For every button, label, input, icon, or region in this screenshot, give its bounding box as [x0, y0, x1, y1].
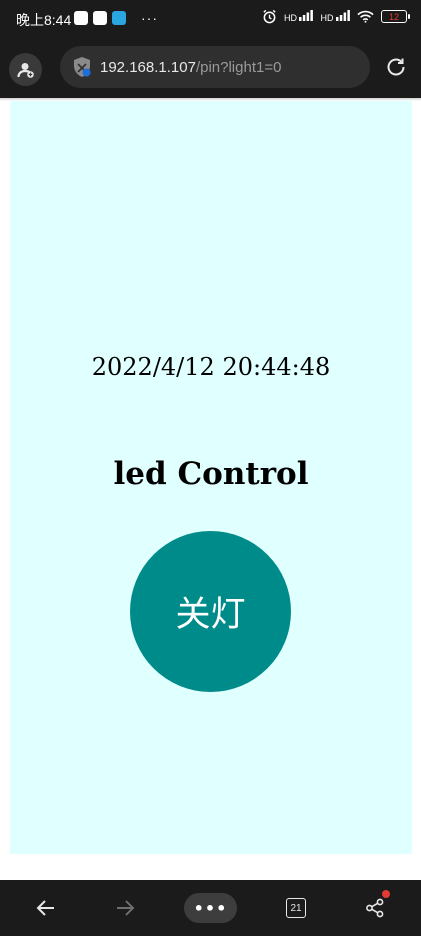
address-bar[interactable]: 192.168.1.107/pin?light1=0: [60, 46, 370, 88]
bottom-navigation: ••• 21: [0, 880, 421, 936]
security-shield-icon[interactable]: [72, 56, 92, 78]
battery-level: 12: [388, 11, 399, 22]
arrow-right-icon: [117, 900, 135, 916]
alarm-icon: [263, 9, 276, 24]
reload-button[interactable]: [384, 55, 408, 79]
status-time: 晚上8:44: [16, 12, 72, 28]
system-indicators: HD HD 12: [262, 9, 410, 24]
current-datetime: 2022/4/12 20:44:48: [91, 353, 331, 381]
url-text[interactable]: 192.168.1.107/pin?light1=0: [100, 59, 281, 76]
profile-button[interactable]: [9, 53, 42, 86]
tab-count: 21: [290, 902, 302, 914]
page-title: led Control: [113, 456, 309, 492]
reload-icon: [387, 58, 405, 76]
share-button[interactable]: [362, 896, 388, 920]
status-bar: 晚上8:44 ··· HD HD 12: [0, 0, 421, 36]
tabs-button[interactable]: 21: [286, 898, 306, 918]
share-icon: [366, 898, 384, 918]
back-button[interactable]: [33, 896, 59, 920]
url-host: 192.168.1.107: [100, 58, 196, 76]
network-type-label: HD: [320, 13, 334, 23]
cellular-signal-icon-2: HD: [320, 10, 350, 23]
notification-dot: [382, 890, 390, 898]
app-notification-icon: [93, 11, 107, 25]
wifi-icon: [357, 10, 374, 23]
menu-button[interactable]: •••: [184, 893, 237, 923]
browser-notification-icon: [112, 11, 126, 25]
cellular-signal-icon-1: HD: [284, 10, 314, 23]
page-content: 2022/4/12 20:44:48 led Control 关灯: [10, 101, 412, 854]
battery-indicator: 12: [381, 10, 410, 23]
browser-toolbar: 192.168.1.107/pin?light1=0: [0, 36, 421, 98]
forward-button[interactable]: [112, 896, 138, 920]
url-path: /pin?light1=0: [195, 58, 282, 76]
qq-icon: [74, 11, 88, 25]
more-dots-icon: •••: [193, 898, 228, 918]
notification-icons: ···: [74, 10, 158, 26]
light-off-button[interactable]: 关灯: [130, 531, 291, 692]
user-icon: [16, 62, 34, 78]
network-type-label: HD: [283, 13, 297, 23]
more-notifications-indicator: ···: [141, 10, 158, 26]
arrow-left-icon: [36, 900, 54, 916]
